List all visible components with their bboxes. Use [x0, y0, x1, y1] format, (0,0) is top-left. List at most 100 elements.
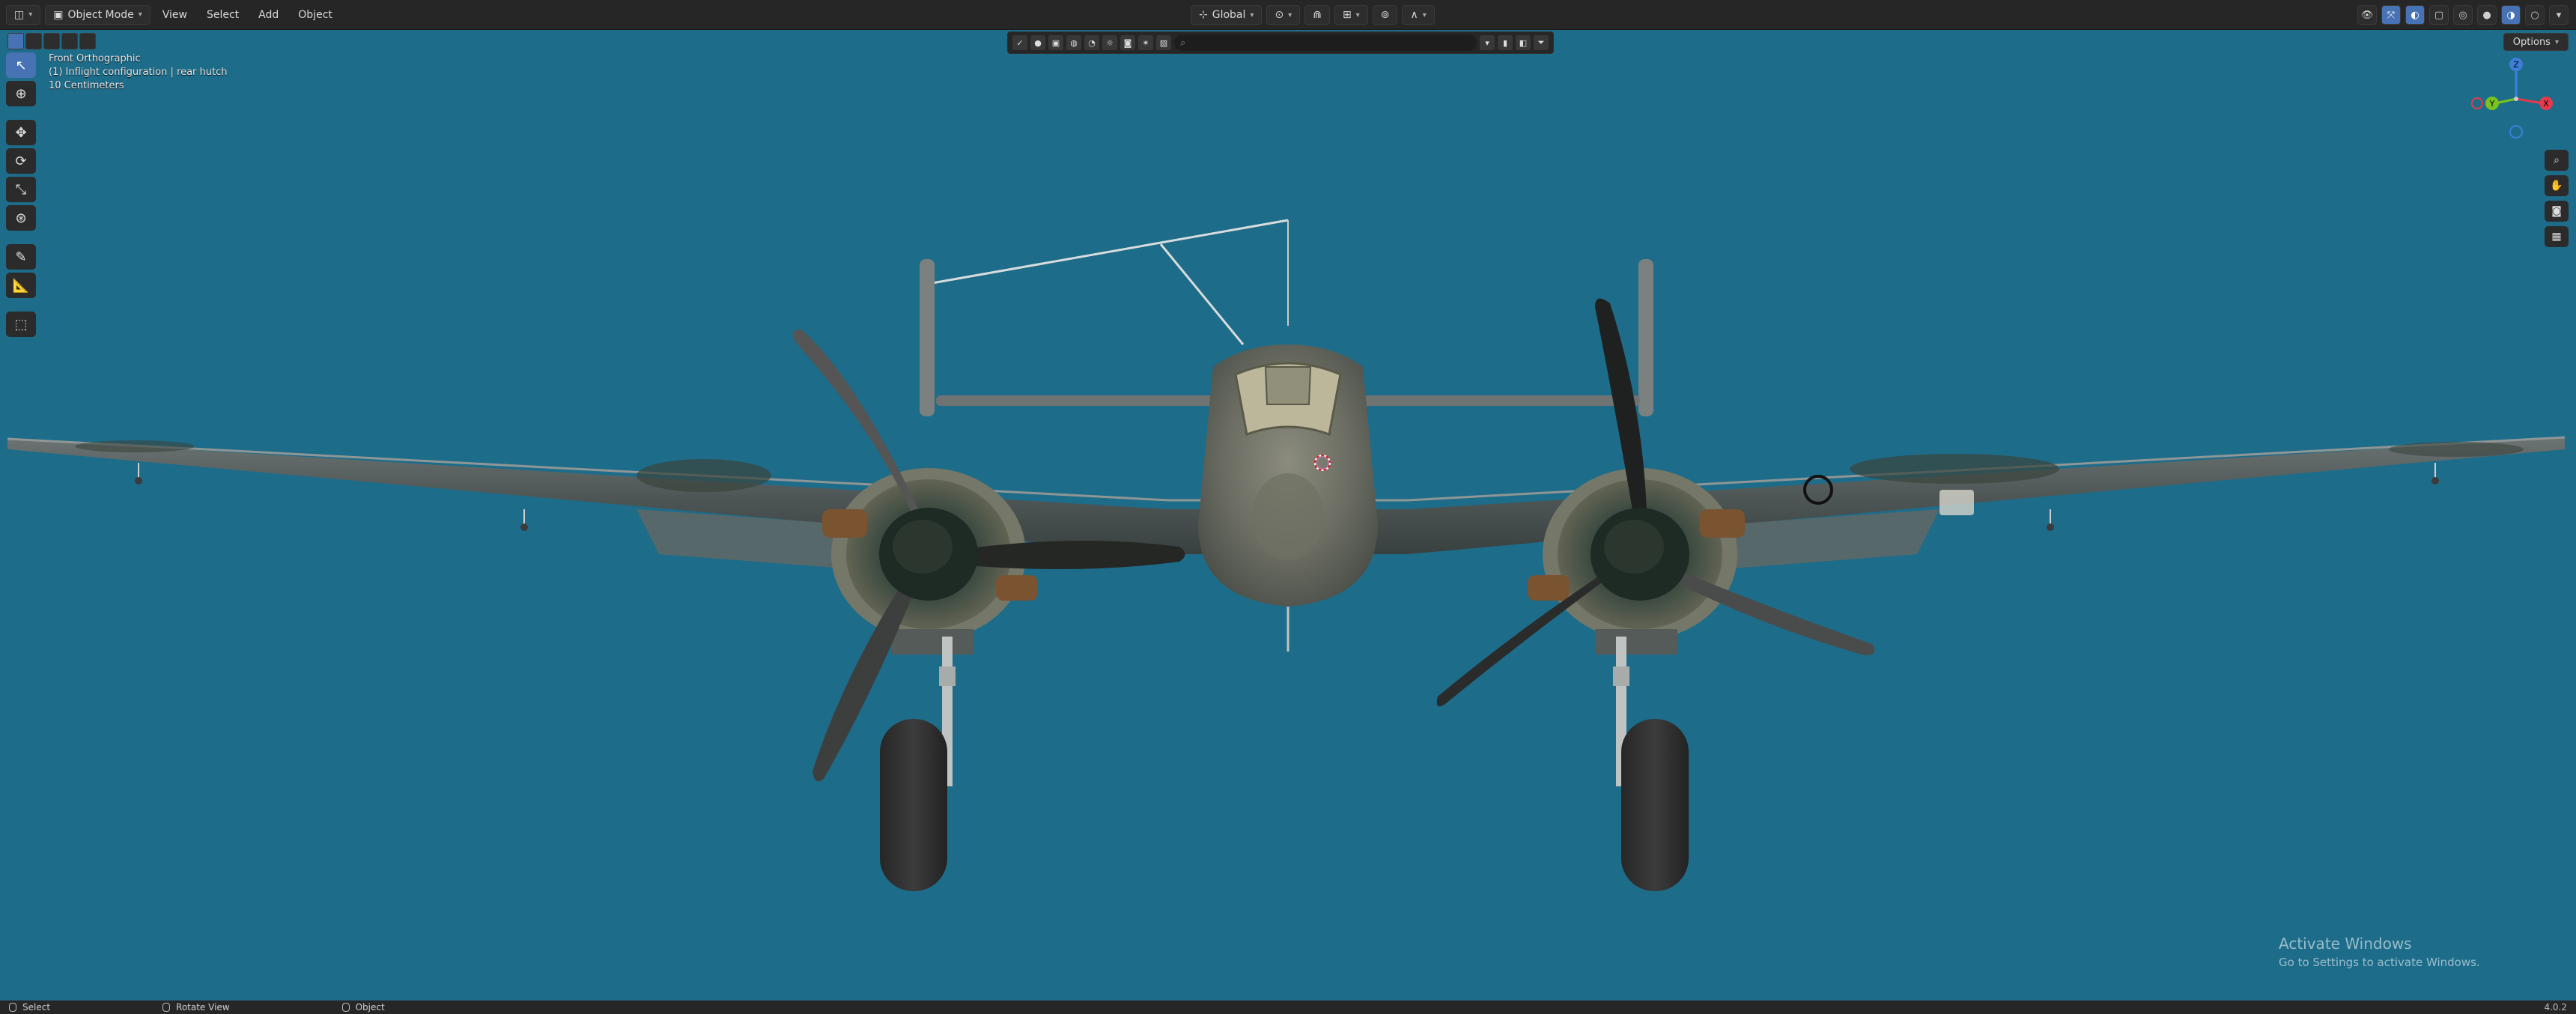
- gizmo-toggle[interactable]: ⤧: [2381, 5, 2401, 25]
- material-shading-button[interactable]: ◑: [2501, 5, 2521, 25]
- mode-label: Object Mode: [67, 8, 134, 21]
- select-intersect-button[interactable]: [79, 33, 96, 49]
- gizmo-x-label: X: [2543, 99, 2549, 109]
- move-tool[interactable]: ✥: [6, 120, 36, 145]
- empty-filter-icon[interactable]: ✶: [1138, 35, 1153, 50]
- transform-tool[interactable]: ⊛: [6, 205, 36, 231]
- cube-add-icon: ⬚: [14, 316, 28, 333]
- crosshair-icon: ⊕: [15, 85, 27, 102]
- scale-tool[interactable]: ⤡: [6, 177, 36, 202]
- menu-add[interactable]: Add: [251, 5, 286, 25]
- falloff-curve-icon: ∧: [1410, 9, 1418, 21]
- check-icon[interactable]: ✓: [1012, 35, 1027, 50]
- measure-tool[interactable]: 📐: [6, 273, 36, 298]
- grid-icon: ▦: [2551, 231, 2562, 243]
- chevron-down-icon: ▾: [138, 10, 142, 19]
- object-filter-icon[interactable]: ▣: [1048, 35, 1063, 50]
- proportional-editing-toggle[interactable]: ⊚: [1372, 5, 1398, 25]
- pivot-point-selector[interactable]: ⊙ ▾: [1266, 5, 1301, 25]
- wireframe-shading-button[interactable]: ◎: [2453, 5, 2473, 25]
- chevron-down-icon: ▾: [28, 10, 33, 19]
- navigation-gizmo[interactable]: Z Y X: [2471, 54, 2561, 144]
- pencil-icon: ✎: [15, 249, 27, 265]
- camera-icon: ◙: [2551, 205, 2562, 217]
- menu-object[interactable]: Object: [291, 5, 340, 25]
- select-subtract-button[interactable]: [43, 33, 60, 49]
- axes-icon: ⊹: [1199, 9, 1208, 21]
- solid-shading-button[interactable]: ●: [2477, 5, 2497, 25]
- editor-type-button[interactable]: ◫ ▾: [6, 4, 41, 25]
- xray-toggle[interactable]: ▢: [2429, 5, 2449, 25]
- visibility-selector[interactable]: 👁: [2357, 5, 2377, 25]
- select-extend-button[interactable]: [25, 33, 42, 49]
- menu-select[interactable]: Select: [199, 5, 246, 25]
- top-header: ◫ ▾ ▣ Object Mode ▾ View Select Add Objec…: [0, 0, 2576, 30]
- add-cube-tool[interactable]: ⬚: [6, 312, 36, 337]
- rendered-shading-button[interactable]: ○: [2525, 5, 2545, 25]
- status-rotate: Rotate View: [162, 1002, 230, 1013]
- blender-window: ◫ ▾ ▣ Object Mode ▾ View Select Add Objec…: [0, 0, 2576, 1014]
- dropdown-icon[interactable]: ▾: [1480, 35, 1495, 50]
- annotate-tool[interactable]: ✎: [6, 244, 36, 270]
- move-icon: ✥: [15, 124, 27, 141]
- left-engine: [792, 330, 1185, 891]
- transform-controls: ⊹ Global ▾ ⊙ ▾ ⋒ ⊞ ▾ ⊚ ∧ ▾: [1191, 5, 1435, 25]
- snap-target-selector[interactable]: ⊞ ▾: [1334, 5, 1368, 25]
- perspective-toggle-button[interactable]: ▦: [2545, 226, 2569, 247]
- overlay-toggle[interactable]: ◐: [2405, 5, 2425, 25]
- chevron-down-icon: ▾: [2554, 37, 2559, 46]
- bookmark-icon[interactable]: ▮: [1498, 35, 1513, 50]
- navigation-tools: ⌕ ✋ ◙ ▦: [2545, 150, 2569, 247]
- object-mode-icon: ▣: [53, 8, 64, 21]
- transform-orientation-selector[interactable]: ⊹ Global ▾: [1191, 5, 1263, 25]
- rotate-icon: ⟳: [15, 153, 27, 169]
- shading-controls: 👁 ⤧ ◐ ▢ ◎ ● ◑ ○ ▾: [2357, 5, 2569, 25]
- viewport-info: Front Orthographic (1) Inflight configur…: [49, 52, 227, 93]
- status-bar: Select Rotate View Object 4.0.2: [0, 1001, 2576, 1014]
- mouse-middle-icon: [162, 1003, 171, 1012]
- chevron-down-icon: ▾: [1250, 10, 1254, 19]
- status-rotate-label: Rotate View: [176, 1002, 230, 1013]
- cursor-arrow-icon: ↖: [15, 57, 27, 73]
- curve-filter-icon[interactable]: ◔: [1084, 35, 1099, 50]
- status-object: Object: [341, 1002, 385, 1013]
- mode-selector[interactable]: ▣ Object Mode ▾: [45, 4, 151, 25]
- snap-toggle[interactable]: ⋒: [1304, 5, 1330, 25]
- pan-button[interactable]: ✋: [2545, 175, 2569, 196]
- right-engine: [1436, 298, 1875, 891]
- hand-icon: ✋: [2550, 180, 2563, 192]
- zoom-button[interactable]: ⌕: [2545, 150, 2569, 171]
- aircraft-model[interactable]: [0, 30, 2576, 1001]
- camera-view-button[interactable]: ◙: [2545, 201, 2569, 222]
- transform-icon: ⊛: [15, 210, 27, 226]
- scale-icon: ⤡: [15, 181, 27, 198]
- select-box-tool[interactable]: ↖: [6, 52, 36, 78]
- camera-filter-icon[interactable]: ◙: [1120, 35, 1135, 50]
- view-name: Front Orthographic: [49, 53, 141, 64]
- color-icon[interactable]: ●: [1030, 35, 1045, 50]
- mouse-left-icon: [9, 1003, 16, 1012]
- chevron-down-icon: ▾: [1355, 10, 1360, 19]
- image-filter-icon[interactable]: ▨: [1156, 35, 1171, 50]
- display-mode-icon[interactable]: ◧: [1516, 35, 1531, 50]
- cursor-tool[interactable]: ⊕: [6, 81, 36, 106]
- falloff-selector[interactable]: ∧ ▾: [1402, 5, 1435, 25]
- select-invert-button[interactable]: [61, 33, 78, 49]
- shading-options-button[interactable]: ▾: [2549, 5, 2569, 25]
- filter-icon[interactable]: ⏷: [1534, 35, 1549, 50]
- outliner-filter-bar: ✓ ● ▣ ◍ ◔ ☼ ◙ ✶ ▨ ⌕ ▾ ▮ ◧ ⏷: [1007, 31, 1554, 54]
- watermark-title: Activate Windows: [2279, 935, 2412, 953]
- collection-info: (1) Inflight configuration | rear hutch: [49, 67, 228, 78]
- editor-type-icon: ◫: [14, 8, 25, 21]
- light-filter-icon[interactable]: ☼: [1102, 35, 1117, 50]
- options-button[interactable]: Options ▾: [2503, 33, 2569, 51]
- 3d-viewport[interactable]: ✓ ● ▣ ◍ ◔ ☼ ◙ ✶ ▨ ⌕ ▾ ▮ ◧ ⏷ Options ▾ ↖ …: [0, 30, 2576, 1001]
- select-new-button[interactable]: [7, 33, 24, 49]
- snap-grid-icon: ⊞: [1342, 9, 1352, 21]
- rotate-tool[interactable]: ⟳: [6, 148, 36, 174]
- viewport-header: ✓ ● ▣ ◍ ◔ ☼ ◙ ✶ ▨ ⌕ ▾ ▮ ◧ ⏷ Options ▾: [0, 30, 2576, 55]
- menu-view[interactable]: View: [155, 5, 195, 25]
- mesh-filter-icon[interactable]: ◍: [1066, 35, 1081, 50]
- options-label: Options: [2512, 36, 2551, 48]
- search-field[interactable]: ⌕: [1174, 34, 1477, 51]
